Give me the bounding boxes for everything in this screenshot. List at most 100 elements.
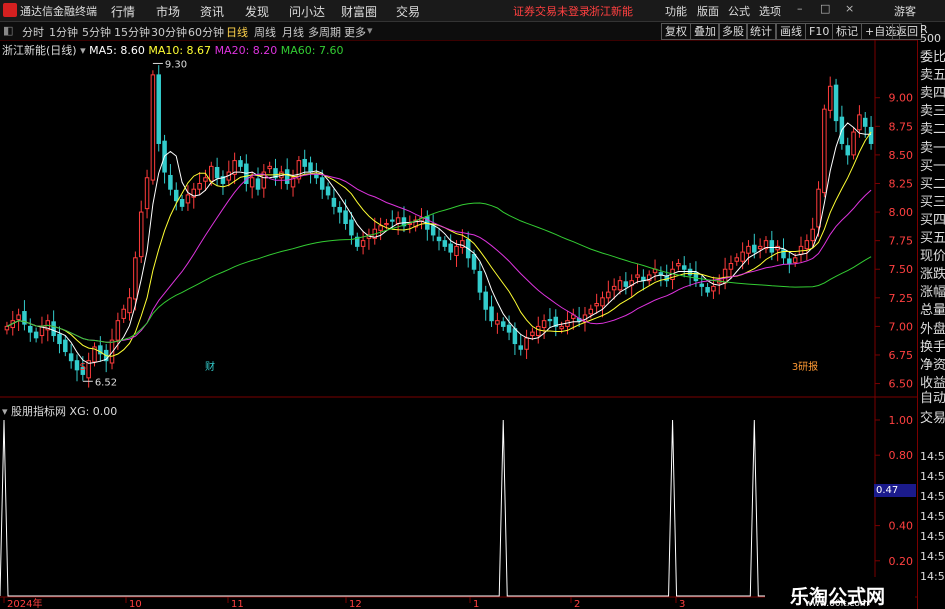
indicator-tick-label: 0.40 [889, 520, 914, 533]
candle-body [827, 85, 833, 111]
candle-body [489, 306, 494, 322]
panel-item-15[interactable]: 外盘 [920, 318, 945, 337]
indicator-legend: ▾ 股朋指标网 XG: 0.00 [2, 403, 117, 419]
candle-body [68, 353, 74, 362]
panel-item-5[interactable]: 卖一 [920, 137, 945, 156]
panel-item-9[interactable]: 买四 [920, 209, 945, 228]
panel-item-19[interactable]: 自动 [920, 387, 945, 406]
ma20-label: MA20: 8.20 [214, 44, 278, 57]
candle-body [862, 117, 868, 127]
candle-body [302, 158, 307, 167]
panel-item-6[interactable]: 买一 [920, 155, 945, 174]
price-tick-label: 6.75 [889, 349, 914, 362]
candle-body [214, 166, 220, 179]
legend-dropdown-icon[interactable]: ▾ [80, 44, 86, 57]
candle-body [536, 325, 541, 337]
candle-body [390, 219, 395, 222]
candle-body [255, 178, 261, 190]
candle-body [74, 360, 80, 371]
right-quote-panel: R 500 委比 卖五 卖四 卖三 卖二 卖一 买一 买二 买三 买四 买五 现价 涨跌 涨幅 总量 外盘 换手 净资… [917, 23, 945, 609]
candle-body [746, 245, 751, 254]
panel-item-11[interactable]: 现价 [920, 245, 945, 264]
panel-item-0[interactable]: 委比 [920, 46, 945, 65]
panel-item-16[interactable]: 换手 [920, 336, 945, 355]
candle-body [57, 333, 62, 345]
panel-item-1[interactable]: 卖五 [920, 64, 945, 83]
panel-item-14[interactable]: 总量 [920, 299, 945, 318]
candle-body [681, 265, 687, 270]
candle-body [711, 285, 716, 292]
price-tick-label: 8.25 [889, 177, 914, 190]
indicator-tick-label: 0.80 [889, 449, 914, 462]
candle-body [623, 281, 629, 287]
candle-body [635, 274, 640, 278]
candle-body [156, 74, 161, 144]
candle-body [395, 217, 401, 225]
price-tick-label: 8.50 [889, 149, 914, 162]
watermark-url: www.60lt.com [805, 599, 869, 609]
panel-item-17[interactable]: 净资 [920, 354, 945, 373]
panel-item-7[interactable]: 买二 [920, 173, 945, 192]
panel-item-12[interactable]: 涨跌 [920, 263, 945, 282]
candle-body [810, 228, 815, 242]
candle-body [16, 314, 21, 321]
trade-time-6: 14:56 [920, 570, 945, 583]
candle-body [138, 211, 144, 258]
candle-body [238, 160, 243, 167]
price-tick-label: 8.00 [889, 206, 914, 219]
candle-body [500, 321, 506, 327]
candle-body [769, 240, 775, 253]
candle-body [378, 225, 383, 231]
panel-item-8[interactable]: 买三 [920, 191, 945, 210]
candle-body [530, 331, 535, 337]
candle-body [127, 297, 132, 314]
candle-body [518, 345, 523, 350]
date-tick-label: 2024年 [7, 597, 42, 609]
candle-body [594, 303, 599, 307]
price-tick-label: 8.75 [889, 120, 914, 133]
candle-body [822, 108, 827, 194]
chart-title[interactable]: 浙江新能(日线) [2, 44, 77, 57]
candle-body [203, 177, 208, 182]
candle-body [495, 320, 500, 325]
indicator-title[interactable]: 股朋指标网 [11, 405, 66, 418]
candle-body [337, 206, 342, 213]
panel-item-13[interactable]: 涨幅 [920, 281, 945, 300]
panel-item-2[interactable]: 卖四 [920, 82, 945, 101]
price-tick-label: 7.50 [889, 263, 914, 276]
trade-time-0: 14:56 [920, 450, 945, 463]
trade-time-1: 14:56 [920, 470, 945, 483]
candle-body [728, 263, 734, 270]
date-tick-label: 11 [231, 599, 244, 609]
candle-body [442, 240, 448, 247]
candle-body [705, 287, 710, 293]
xg-signal-line [0, 419, 874, 597]
candle-body [121, 308, 126, 319]
candle-body [722, 268, 728, 284]
candle-body [173, 189, 179, 202]
candle-body [325, 186, 331, 196]
candle-body [185, 194, 191, 204]
panel-item-20[interactable]: 交易 [920, 407, 945, 426]
panel-item-4[interactable]: 卖二 [920, 118, 945, 137]
panel-r-value: 500 [920, 32, 941, 45]
price-tick-label: 7.25 [889, 292, 914, 305]
candle-body [197, 182, 202, 190]
candle-body [319, 177, 325, 190]
panel-item-3[interactable]: 卖三 [920, 100, 945, 119]
low-annotation: 6.52 [95, 377, 117, 388]
candle-body [676, 263, 681, 267]
candle-body [51, 321, 56, 337]
candle-body [436, 236, 442, 242]
news-marker-cai: 财 [205, 360, 215, 373]
candle-body [792, 257, 798, 263]
candle-body [857, 114, 862, 131]
kline-chart[interactable]: 9.00 8.75 8.50 8.25 8.00 7.75 7.50 7.25 7.00 6.75… [0, 0, 945, 609]
high-annotation: 9.30 [165, 59, 187, 70]
candle-body [734, 257, 740, 262]
signal-marker-s: S [80, 362, 86, 373]
indicator-dropdown-icon[interactable]: ▾ [2, 405, 8, 418]
candle-body [699, 283, 705, 287]
panel-item-10[interactable]: 买五 [920, 227, 945, 246]
candle-body [506, 324, 512, 333]
